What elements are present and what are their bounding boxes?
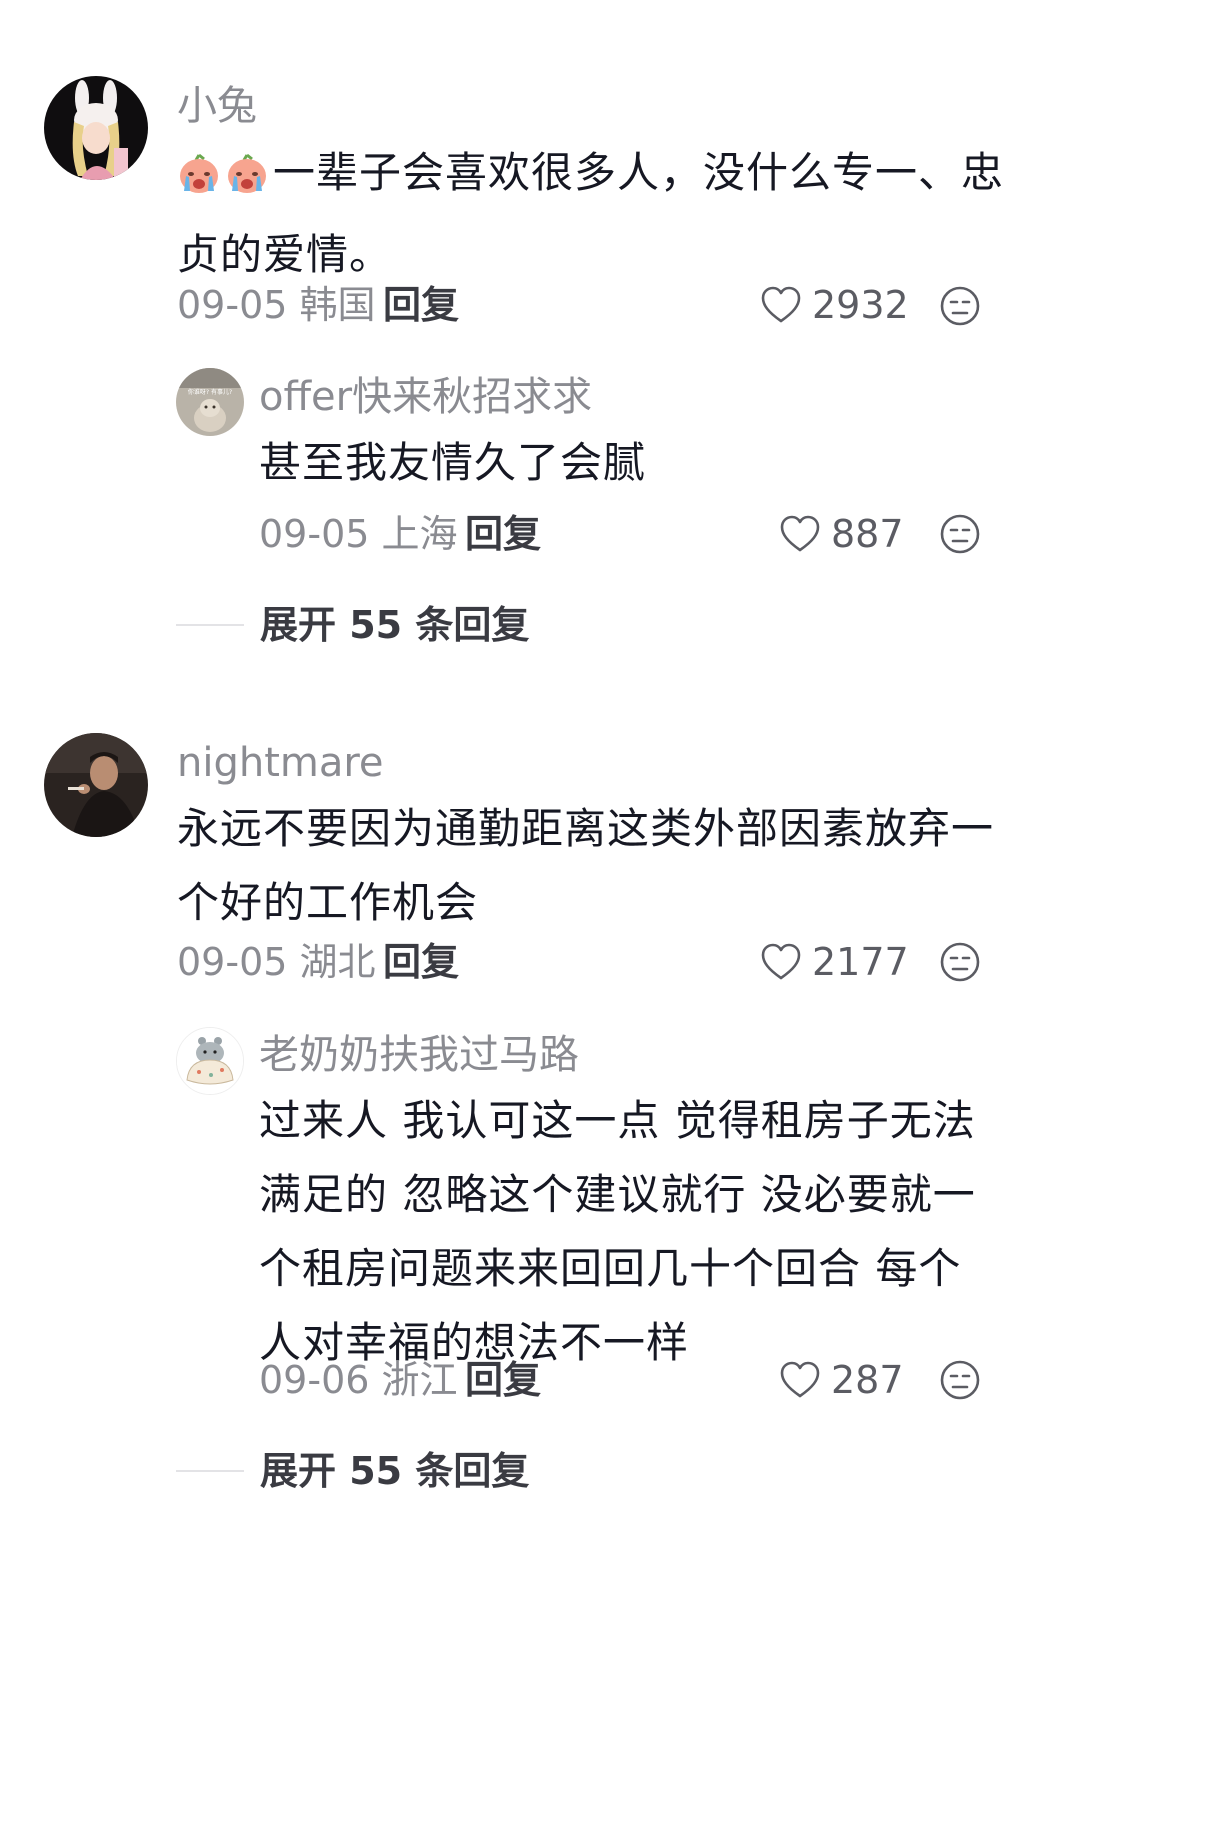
neutral-face-icon[interactable]: [938, 512, 982, 556]
reply-date: 09-05: [259, 512, 370, 556]
like-count: 2177: [812, 940, 909, 984]
reply-meta: 09-05 上海: [259, 515, 458, 553]
heart-outline-icon: [780, 515, 820, 552]
comment-date: 09-05: [177, 940, 288, 984]
avatar[interactable]: 你谁呀? 有事儿?: [176, 368, 244, 436]
crying-peach-emoji: [225, 144, 269, 218]
reply-location: 浙江: [381, 1358, 458, 1402]
comment-text: 一辈子会喜欢很多人，没什么专一、忠贞的爱情。: [177, 136, 1007, 292]
divider: [176, 624, 244, 626]
comment-location: 湖北: [299, 940, 376, 984]
reply-date: 09-06: [259, 1358, 370, 1402]
like-button[interactable]: 2932: [760, 285, 909, 325]
reply-button[interactable]: 回复: [383, 286, 459, 324]
comment-text-content: 一辈子会喜欢很多人，没什么专一、忠贞的爱情。: [177, 148, 1005, 279]
reply-button[interactable]: 回复: [465, 515, 541, 553]
comment-location: 韩国: [299, 283, 376, 327]
comment-text: 永远不要因为通勤距离这类外部因素放弃一个好的工作机会: [177, 804, 995, 927]
neutral-face-icon[interactable]: [938, 284, 982, 328]
avatar[interactable]: [44, 733, 148, 837]
reply-button[interactable]: 回复: [465, 1361, 541, 1399]
avatar[interactable]: [176, 1027, 244, 1095]
like-button[interactable]: 887: [779, 514, 904, 554]
reply-text: 过来人 我认可这一点 觉得租房子无法满足的 忽略这个建议就行 没必要就一个租房问…: [259, 1096, 976, 1367]
comment-meta: 09-05 湖北: [177, 943, 376, 981]
neutral-face-icon[interactable]: [938, 940, 982, 984]
expand-replies-button[interactable]: 展开 55 条回复: [176, 1452, 529, 1490]
heart-outline-icon: [761, 286, 801, 323]
like-count: 287: [831, 1358, 904, 1402]
like-button[interactable]: 2177: [760, 942, 909, 982]
reply-location: 上海: [381, 512, 458, 556]
reply-username[interactable]: offer快来秋招求求: [259, 377, 592, 417]
expand-replies-button[interactable]: 展开 55 条回复: [176, 606, 529, 644]
like-count: 2932: [812, 283, 909, 327]
neutral-face-icon[interactable]: [938, 1358, 982, 1402]
avatar-caption: 你谁呀? 有事儿?: [188, 388, 232, 396]
comment-username[interactable]: nightmare: [177, 743, 384, 783]
crying-peach-emoji: [177, 144, 221, 218]
reply-username[interactable]: 老奶奶扶我过马路: [259, 1035, 579, 1075]
reply-meta: 09-06 浙江: [259, 1361, 458, 1399]
reply-button[interactable]: 回复: [383, 943, 459, 981]
heart-outline-icon: [780, 1361, 820, 1398]
comment-meta: 09-05 韩国: [177, 286, 376, 324]
avatar[interactable]: [44, 76, 148, 180]
heart-outline-icon: [761, 943, 801, 980]
expand-replies-label: 展开 55 条回复: [260, 1449, 530, 1493]
divider: [176, 1470, 244, 1472]
like-button[interactable]: 287: [779, 1360, 904, 1400]
comment-date: 09-05: [177, 283, 288, 327]
comment-username[interactable]: 小兔: [177, 86, 257, 126]
reply-text: 甚至我友情久了会腻: [259, 438, 647, 487]
like-count: 887: [831, 512, 904, 556]
expand-replies-label: 展开 55 条回复: [260, 603, 530, 647]
